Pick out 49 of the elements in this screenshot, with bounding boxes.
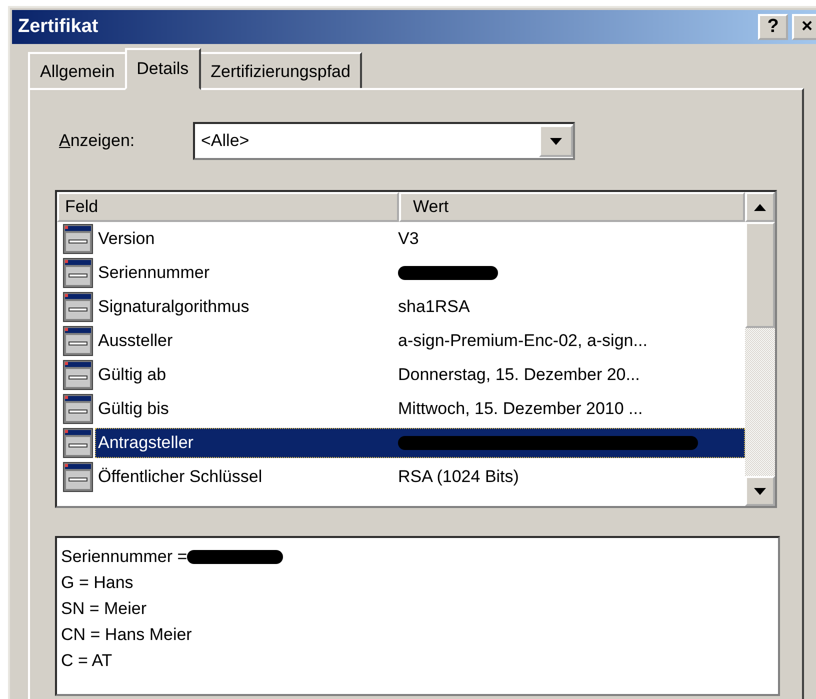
scrollbar[interactable] [745,192,775,506]
window-icon [63,258,93,288]
field-value: Mittwoch, 15. Dezember 2010 ... [398,399,643,419]
list-row[interactable]: Signaturalgorithmus sha1RSA [95,292,745,322]
window-title: Zertifikat [18,16,98,38]
list-row[interactable]: Aussteller a-sign-Premium-Enc-02, a-sign... [95,326,745,356]
details-line: CN = Hans Meier [61,625,192,645]
scroll-down-icon[interactable] [745,476,775,506]
field-value: V3 [398,229,419,249]
show-dropdown[interactable]: <Alle> [193,122,575,160]
details-line: Seriennummer = [61,547,188,567]
column-header[interactable]: Feld [57,192,399,222]
field-name: Gültig bis [97,399,170,419]
list-row[interactable]: Öffentlicher Schlüssel RSA (1024 Bits) [95,462,745,492]
details-line: SN = Meier [61,599,146,619]
list-row[interactable]: Seriennummer [95,258,745,288]
details-line: C = AT [61,651,112,671]
field-value: sha1RSA [398,297,470,317]
scroll-up-icon[interactable] [745,192,775,222]
window-icon [63,360,93,390]
field-name: Signaturalgorithmus [97,297,250,317]
tab[interactable]: Zertifizierungspfad [198,52,362,88]
window-icon [63,292,93,322]
window-icon [63,224,93,254]
window-icon [63,394,93,424]
window-icon [63,462,93,492]
details-line: G = Hans [61,573,134,593]
window-icon [63,326,93,356]
list-row[interactable]: Gültig bis Mittwoch, 15. Dezember 2010 ... [95,394,745,424]
field-name: Version [97,229,156,249]
column-header[interactable]: Wert [399,192,745,222]
field-name: Gültig ab [97,365,168,385]
show-label: Anzeigen: [59,131,136,151]
field-value: Donnerstag, 15. Dezember 20... [398,365,640,385]
list-row[interactable]: Gültig ab Donnerstag, 15. Dezember 20... [95,360,745,390]
help-button[interactable]: ? [758,14,788,40]
tab[interactable]: Allgemein [28,52,127,88]
field-name: Antragsteller [97,433,194,453]
list-row[interactable]: Antragsteller [95,428,745,458]
close-button[interactable]: × [792,14,816,40]
field-value: a-sign-Premium-Enc-02, a-sign... [398,331,648,351]
scroll-thumb[interactable] [745,222,775,328]
field-name: Öffentlicher Schlüssel [97,467,264,487]
field-name: Aussteller [97,331,174,351]
tab[interactable]: Details [124,48,201,90]
field-name: Seriennummer [97,263,210,283]
list-row[interactable]: Version V3 [95,224,745,254]
window-icon [63,428,93,458]
field-value: RSA (1024 Bits) [398,467,519,487]
